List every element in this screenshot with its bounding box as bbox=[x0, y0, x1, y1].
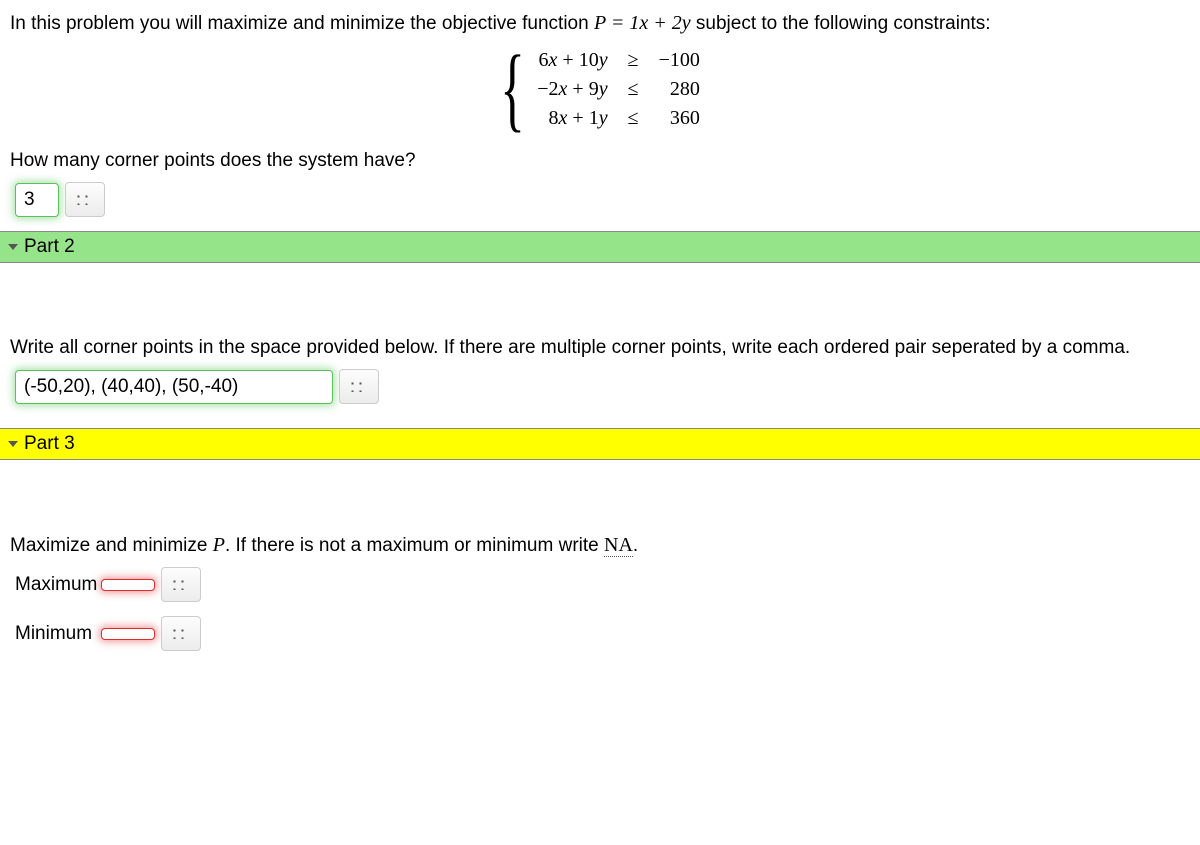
part3-question: Maximize and minimize P. If there is not… bbox=[10, 534, 1190, 557]
part2-question: Write all corner points in the space pro… bbox=[10, 337, 1190, 359]
minimum-label: Minimum bbox=[15, 623, 101, 645]
intro-text: In this problem you will maximize and mi… bbox=[10, 12, 1190, 35]
intro-pre: In this problem you will maximize and mi… bbox=[10, 13, 594, 34]
part1-question: How many corner points does the system h… bbox=[10, 150, 1190, 172]
corner-count-input[interactable]: 3 bbox=[15, 183, 59, 217]
keypad-button[interactable] bbox=[339, 369, 379, 404]
intro-post: subject to the following constraints: bbox=[696, 13, 991, 34]
maximum-input[interactable] bbox=[101, 579, 155, 591]
constraints-block: { 6x + 10y ≥ −100 −2x + 9y ≤ 280 8x + 1y… bbox=[10, 45, 1190, 132]
keypad-icon bbox=[173, 629, 189, 639]
part3-header-label: Part 3 bbox=[24, 433, 75, 454]
keypad-button[interactable] bbox=[161, 616, 201, 651]
part2-header-label: Part 2 bbox=[24, 236, 75, 257]
constraints-table: 6x + 10y ≥ −100 −2x + 9y ≤ 280 8x + 1y ≤… bbox=[527, 45, 710, 132]
keypad-icon bbox=[351, 382, 367, 392]
maximum-label: Maximum bbox=[15, 574, 101, 596]
part2-header[interactable]: Part 2 bbox=[0, 231, 1200, 263]
p-var: P bbox=[213, 534, 225, 556]
part3-post: . bbox=[633, 535, 638, 556]
part3-pre: Maximize and minimize bbox=[10, 535, 213, 556]
keypad-button[interactable] bbox=[161, 567, 201, 602]
constraint-row: 8x + 1y ≤ 360 bbox=[527, 103, 710, 132]
part3-mid: . If there is not a maximum or minimum w… bbox=[225, 535, 604, 556]
keypad-button[interactable] bbox=[65, 182, 105, 217]
constraint-row: 6x + 10y ≥ −100 bbox=[527, 45, 710, 74]
brace-icon: { bbox=[500, 52, 525, 126]
keypad-icon bbox=[173, 580, 189, 590]
caret-down-icon bbox=[8, 244, 18, 250]
constraint-row: −2x + 9y ≤ 280 bbox=[527, 74, 710, 103]
part3-header[interactable]: Part 3 bbox=[0, 428, 1200, 460]
caret-down-icon bbox=[8, 441, 18, 447]
minimum-input[interactable] bbox=[101, 628, 155, 640]
na-text: NA bbox=[604, 534, 633, 557]
objective-fn: P = 1x + 2y bbox=[594, 12, 691, 34]
keypad-icon bbox=[77, 195, 93, 205]
corner-points-input[interactable]: (-50,20), (40,40), (50,-40) bbox=[15, 370, 333, 404]
